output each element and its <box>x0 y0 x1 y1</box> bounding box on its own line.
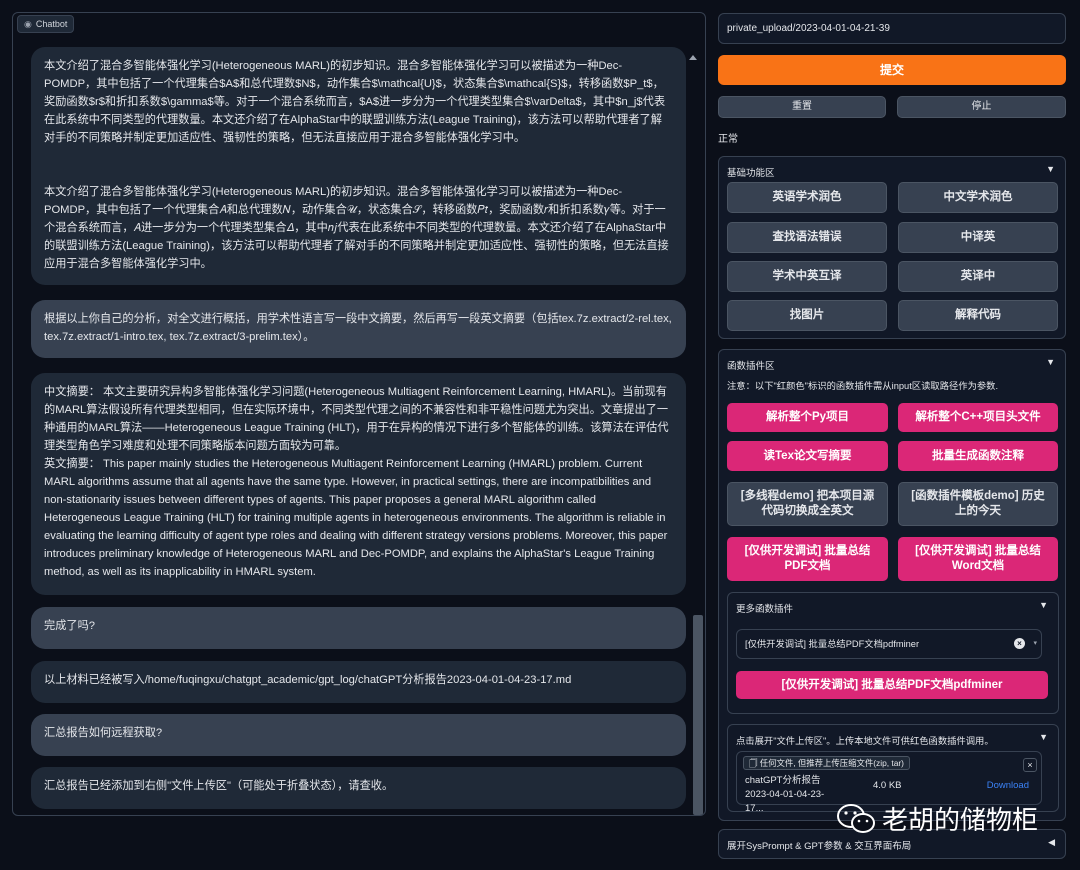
path-input[interactable]: private_upload/2023-04-01-04-21-39 <box>718 13 1066 44</box>
wechat-icon <box>837 803 875 833</box>
collapse-arrow-icon[interactable]: ◀ <box>1048 837 1055 848</box>
message-text: 汇总报告如何远程获取? <box>44 727 163 739</box>
chat-icon: ◉ <box>24 19 32 29</box>
upload-title: 点击展开"文件上传区"。上传本地文件可供红色函数插件调用。 <box>736 736 994 746</box>
chat-message-user: 根据以上你自己的分析，对全文进行概括，用学术性语言写一段中文摘要，然后再写一段英… <box>31 300 686 358</box>
chatbot-label: ◉ Chatbot <box>17 15 75 33</box>
func-button[interactable]: 中译英 <box>898 222 1058 253</box>
upload-section: 点击展开"文件上传区"。上传本地文件可供红色函数插件调用。 ▼ 🗍 任何文件, … <box>727 724 1059 814</box>
chat-scrollbar[interactable] <box>689 35 703 815</box>
func-button[interactable]: 找图片 <box>727 300 887 331</box>
collapse-arrow-icon[interactable]: ▼ <box>1046 357 1055 367</box>
plugin-button[interactable]: [仅供开发调试] 批量总结Word文档 <box>898 537 1058 581</box>
func-button[interactable]: 英译中 <box>898 261 1058 292</box>
run-plugin-button[interactable]: [仅供开发调试] 批量总结PDF文档pdfminer <box>736 671 1048 699</box>
chat-message-user: 完成了吗? <box>31 607 686 649</box>
scroll-thumb[interactable] <box>693 615 703 815</box>
plugin-button[interactable]: 批量生成函数注释 <box>898 441 1058 471</box>
status-text: 正常 <box>718 134 738 145</box>
plugins-section-title: 函数插件区 <box>727 361 775 372</box>
collapse-arrow-icon[interactable]: ▼ <box>1046 164 1055 174</box>
file-size: 4.0 KB <box>873 780 902 791</box>
upload-tag: 🗍 任何文件, 但推荐上传压缩文件(zip, tar) <box>743 756 910 770</box>
plugins-note: 注意：以下"红颜色"标识的函数插件需从input区读取路径作为参数. <box>727 381 999 391</box>
message-text: 中文摘要： 本文主要研究异构多智能体强化学习问题(Heterogeneous M… <box>44 386 669 452</box>
message-text: 本文介绍了混合多智能体强化学习(Heterogeneous MARL)的初步知识… <box>44 60 666 144</box>
close-icon[interactable]: × <box>1023 758 1037 772</box>
watermark-text: 老胡的储物柜 <box>882 806 1039 836</box>
chat-message-bot: 汇总报告已经添加到右侧"文件上传区"（可能处于折叠状态），请查收。 <box>31 767 686 809</box>
file-icon: 🗍 <box>749 758 758 768</box>
chatbot-label-text: Chatbot <box>35 19 68 29</box>
basic-functions-section: 基础功能区 ▼ 英语学术润色 中文学术润色 查找语法错误 中译英 学术中英互译 … <box>718 156 1066 339</box>
message-text: 本文介绍了混合多智能体强化学习(Heterogeneous MARL)的初步知识… <box>44 186 669 270</box>
message-text: 完成了吗? <box>44 620 95 632</box>
watermark: 老胡的储物柜 <box>836 800 1038 837</box>
plugin-button[interactable]: 解析整个Py项目 <box>727 403 888 432</box>
plugins-section: 函数插件区 ▼ 注意：以下"红颜色"标识的函数插件需从input区读取路径作为参… <box>718 349 1066 821</box>
plugin-button[interactable]: [仅供开发调试] 批量总结PDF文档 <box>727 537 888 581</box>
func-button[interactable]: 英语学术润色 <box>727 182 887 213</box>
message-text: 英文摘要： This paper mainly studies the Hete… <box>44 458 668 578</box>
chat-message-bot: 本文介绍了混合多智能体强化学习(Heterogeneous MARL)的初步知识… <box>31 47 686 285</box>
chat-message-bot: 以上材料已经被写入/home/fuqingxu/chatgpt_academic… <box>31 661 686 703</box>
reset-button[interactable]: 重置 <box>718 96 886 118</box>
chat-message-bot: 中文摘要： 本文主要研究异构多智能体强化学习问题(Heterogeneous M… <box>31 373 686 595</box>
func-button[interactable]: 解释代码 <box>898 300 1058 331</box>
chevron-down-icon[interactable]: ▾ <box>1033 630 1037 658</box>
chat-message-user: 汇总报告如何远程获取? <box>31 714 686 756</box>
plugin-button[interactable]: 读Tex论文写摘要 <box>727 441 888 471</box>
collapse-arrow-icon[interactable]: ▼ <box>1039 600 1048 610</box>
plugin-button[interactable]: 解析整个C++项目头文件 <box>898 403 1058 432</box>
clear-icon[interactable]: × <box>1014 638 1025 649</box>
basic-section-title: 基础功能区 <box>727 168 775 179</box>
plugin-button[interactable]: [函数插件模板demo] 历史上的今天 <box>898 482 1058 526</box>
func-button[interactable]: 学术中英互译 <box>727 261 887 292</box>
sysprompt-title: 展开SysPrompt & GPT参数 & 交互界面布局 <box>727 841 912 852</box>
collapse-arrow-icon[interactable]: ▼ <box>1039 732 1048 742</box>
dropdown-selected: [仅供开发调试] 批量总结PDF文档pdfminer <box>745 639 920 649</box>
func-button[interactable]: 查找语法错误 <box>727 222 887 253</box>
submit-button[interactable]: 提交 <box>718 55 1066 85</box>
file-name: chatGPT分析报告2023-04-01-04-23-17... <box>745 775 825 814</box>
more-plugins-section: 更多函数插件 ▼ [仅供开发调试] 批量总结PDF文档pdfminer × ▾ … <box>727 592 1059 714</box>
upload-tag-text: 任何文件, 但推荐上传压缩文件(zip, tar) <box>759 758 904 768</box>
message-text: 根据以上你自己的分析，对全文进行概括，用学术性语言写一段中文摘要，然后再写一段英… <box>44 313 672 343</box>
file-upload-box[interactable]: 🗍 任何文件, 但推荐上传压缩文件(zip, tar) × chatGPT分析报… <box>736 751 1042 814</box>
plugin-button[interactable]: [多线程demo] 把本项目源代码切换成全英文 <box>727 482 888 526</box>
message-text: 汇总报告已经添加到右侧"文件上传区"（可能处于折叠状态），请查收。 <box>44 780 394 792</box>
plugin-dropdown[interactable]: [仅供开发调试] 批量总结PDF文档pdfminer × ▾ <box>736 629 1042 659</box>
func-button[interactable]: 中文学术润色 <box>898 182 1058 213</box>
chatbot-panel: ◉ Chatbot 本文介绍了混合多智能体强化学习(Heterogeneous … <box>12 12 706 816</box>
stop-button[interactable]: 停止 <box>897 96 1066 118</box>
more-plugins-title: 更多函数插件 <box>736 604 794 615</box>
message-text: 以上材料已经被写入/home/fuqingxu/chatgpt_academic… <box>44 674 572 686</box>
download-link[interactable]: Download <box>987 780 1029 791</box>
scroll-up-arrow-icon[interactable] <box>689 55 697 60</box>
